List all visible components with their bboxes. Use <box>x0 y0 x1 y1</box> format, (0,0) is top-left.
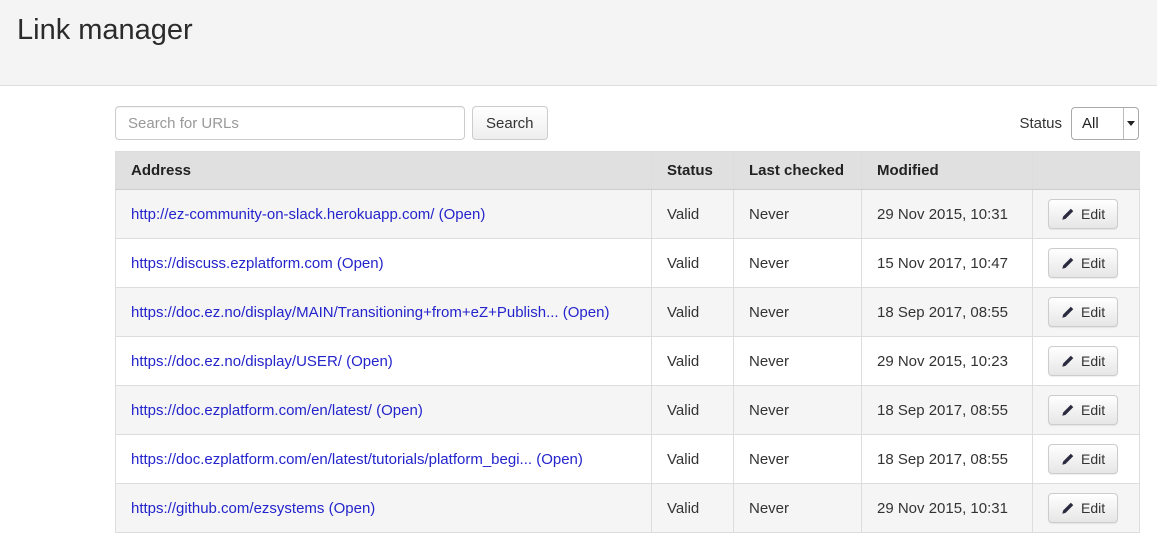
edit-button[interactable]: Edit <box>1048 493 1118 523</box>
address-cell: https://doc.ezplatform.com/en/latest/ (O… <box>116 386 652 435</box>
open-link[interactable]: (Open) <box>536 451 583 468</box>
edit-button-label: Edit <box>1081 255 1105 271</box>
status-filter-label: Status <box>1019 115 1062 132</box>
url-link[interactable]: http://ez-community-on-slack.herokuapp.c… <box>131 206 434 223</box>
status-cell: Valid <box>652 190 734 239</box>
column-header-last-checked: Last checked <box>734 152 862 190</box>
content-area: Search Status All Address Status Last ch… <box>115 86 1139 533</box>
status-cell: Valid <box>652 484 734 533</box>
pencil-icon <box>1061 306 1074 319</box>
url-link[interactable]: https://doc.ez.no/display/MAIN/Transitio… <box>131 304 559 321</box>
modified-cell: 18 Sep 2017, 08:55 <box>862 386 1033 435</box>
modified-cell: 29 Nov 2015, 10:31 <box>862 484 1033 533</box>
page-title: Link manager <box>17 15 1140 47</box>
modified-cell: 18 Sep 2017, 08:55 <box>862 288 1033 337</box>
page-header: Link manager <box>0 0 1157 86</box>
column-header-actions <box>1033 152 1140 190</box>
table-row: https://doc.ez.no/display/USER/ (Open) V… <box>116 337 1140 386</box>
pencil-icon <box>1061 404 1074 417</box>
edit-button[interactable]: Edit <box>1048 395 1118 425</box>
actions-cell: Edit <box>1033 288 1140 337</box>
edit-button[interactable]: Edit <box>1048 297 1118 327</box>
open-link[interactable]: (Open) <box>439 206 486 223</box>
actions-cell: Edit <box>1033 484 1140 533</box>
table-header-row: Address Status Last checked Modified <box>116 152 1140 190</box>
table-row: https://doc.ez.no/display/MAIN/Transitio… <box>116 288 1140 337</box>
url-link[interactable]: https://discuss.ezplatform.com <box>131 255 333 272</box>
edit-button-label: Edit <box>1081 500 1105 516</box>
status-cell: Valid <box>652 288 734 337</box>
url-link[interactable]: https://doc.ezplatform.com/en/latest/ <box>131 402 372 419</box>
edit-button-label: Edit <box>1081 206 1105 222</box>
url-link[interactable]: https://doc.ezplatform.com/en/latest/tut… <box>131 451 532 468</box>
last-checked-cell: Never <box>734 190 862 239</box>
open-link[interactable]: (Open) <box>329 500 376 517</box>
pencil-icon <box>1061 453 1074 466</box>
status-cell: Valid <box>652 239 734 288</box>
last-checked-cell: Never <box>734 386 862 435</box>
table-row: https://github.com/ezsystems (Open) Vali… <box>116 484 1140 533</box>
edit-button-label: Edit <box>1081 353 1105 369</box>
edit-button[interactable]: Edit <box>1048 199 1118 229</box>
last-checked-cell: Never <box>734 484 862 533</box>
table-row: https://doc.ezplatform.com/en/latest/ (O… <box>116 386 1140 435</box>
modified-cell: 29 Nov 2015, 10:31 <box>862 190 1033 239</box>
last-checked-cell: Never <box>734 337 862 386</box>
links-table: Address Status Last checked Modified htt… <box>115 151 1140 533</box>
actions-cell: Edit <box>1033 239 1140 288</box>
address-cell: https://discuss.ezplatform.com (Open) <box>116 239 652 288</box>
modified-cell: 18 Sep 2017, 08:55 <box>862 435 1033 484</box>
edit-button-label: Edit <box>1081 451 1105 467</box>
actions-cell: Edit <box>1033 435 1140 484</box>
edit-button[interactable]: Edit <box>1048 248 1118 278</box>
status-cell: Valid <box>652 435 734 484</box>
toolbar: Search Status All <box>115 105 1139 141</box>
address-cell: https://doc.ez.no/display/USER/ (Open) <box>116 337 652 386</box>
status-cell: Valid <box>652 386 734 435</box>
url-link[interactable]: https://doc.ez.no/display/USER/ <box>131 353 342 370</box>
actions-cell: Edit <box>1033 337 1140 386</box>
address-cell: https://doc.ezplatform.com/en/latest/tut… <box>116 435 652 484</box>
table-row: https://discuss.ezplatform.com (Open) Va… <box>116 239 1140 288</box>
status-select[interactable]: All <box>1071 107 1139 140</box>
edit-button[interactable]: Edit <box>1048 444 1118 474</box>
edit-button[interactable]: Edit <box>1048 346 1118 376</box>
modified-cell: 15 Nov 2017, 10:47 <box>862 239 1033 288</box>
open-link[interactable]: (Open) <box>346 353 393 370</box>
open-link[interactable]: (Open) <box>376 402 423 419</box>
edit-button-label: Edit <box>1081 304 1105 320</box>
actions-cell: Edit <box>1033 386 1140 435</box>
pencil-icon <box>1061 257 1074 270</box>
column-header-status: Status <box>652 152 734 190</box>
table-row: https://doc.ezplatform.com/en/latest/tut… <box>116 435 1140 484</box>
search-button[interactable]: Search <box>472 106 548 140</box>
status-cell: Valid <box>652 337 734 386</box>
search-input[interactable] <box>115 106 465 140</box>
last-checked-cell: Never <box>734 435 862 484</box>
last-checked-cell: Never <box>734 288 862 337</box>
column-header-modified: Modified <box>862 152 1033 190</box>
pencil-icon <box>1061 355 1074 368</box>
pencil-icon <box>1061 208 1074 221</box>
actions-cell: Edit <box>1033 190 1140 239</box>
table-body: http://ez-community-on-slack.herokuapp.c… <box>116 190 1140 533</box>
url-link[interactable]: https://github.com/ezsystems <box>131 500 324 517</box>
last-checked-cell: Never <box>734 239 862 288</box>
status-filter: Status All <box>1019 107 1139 140</box>
address-cell: https://doc.ez.no/display/MAIN/Transitio… <box>116 288 652 337</box>
open-link[interactable]: (Open) <box>337 255 384 272</box>
table-row: http://ez-community-on-slack.herokuapp.c… <box>116 190 1140 239</box>
column-header-address: Address <box>116 152 652 190</box>
address-cell: http://ez-community-on-slack.herokuapp.c… <box>116 190 652 239</box>
address-cell: https://github.com/ezsystems (Open) <box>116 484 652 533</box>
edit-button-label: Edit <box>1081 402 1105 418</box>
pencil-icon <box>1061 502 1074 515</box>
open-link[interactable]: (Open) <box>563 304 610 321</box>
modified-cell: 29 Nov 2015, 10:23 <box>862 337 1033 386</box>
